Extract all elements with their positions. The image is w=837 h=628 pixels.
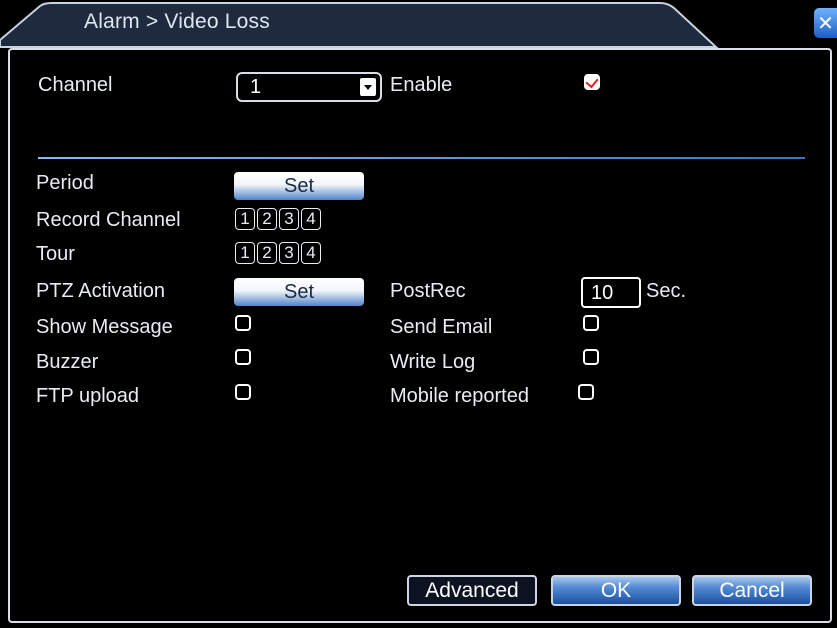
buzzer-checkbox[interactable] (235, 349, 251, 365)
record-channel-label: Record Channel (36, 209, 181, 231)
send-email-checkbox[interactable] (583, 315, 599, 331)
tour-4[interactable]: 4 (301, 242, 321, 264)
channel-select[interactable]: 1 (236, 72, 382, 102)
show-message-checkbox[interactable] (235, 315, 251, 331)
postrec-input[interactable]: 10 (581, 277, 641, 308)
mobile-reported-label: Mobile reported (390, 385, 529, 407)
write-log-checkbox[interactable] (583, 349, 599, 365)
buzzer-label: Buzzer (36, 351, 99, 373)
ftp-upload-label: FTP upload (36, 385, 140, 407)
cancel-button[interactable]: Cancel (692, 575, 812, 606)
record-channel-group: 1 2 3 4 (235, 208, 321, 230)
alarm-video-loss-dialog: Alarm > Video Loss ✕ Channel 1 Enable Pe… (0, 0, 837, 628)
tour-group: 1 2 3 4 (235, 242, 321, 264)
mobile-reported-checkbox[interactable] (578, 384, 594, 400)
channel-label: Channel (38, 74, 113, 96)
channel-value: 1 (250, 76, 262, 98)
show-message-label: Show Message (36, 316, 173, 338)
postrec-label: PostRec (390, 280, 466, 302)
enable-checkbox[interactable] (584, 74, 600, 90)
ptz-activation-label: PTZ Activation (36, 280, 165, 302)
ftp-upload-checkbox[interactable] (235, 384, 251, 400)
tour-2[interactable]: 2 (257, 242, 277, 264)
tour-3[interactable]: 3 (279, 242, 299, 264)
postrec-unit: Sec. (646, 280, 687, 302)
period-set-button[interactable]: Set (234, 172, 364, 200)
dialog-title: Alarm > Video Loss (84, 10, 270, 33)
enable-label: Enable (390, 74, 453, 96)
tour-1[interactable]: 1 (235, 242, 255, 264)
separator (38, 157, 805, 159)
close-icon: ✕ (817, 11, 834, 35)
period-label: Period (36, 172, 94, 194)
ptz-set-button[interactable]: Set (234, 278, 364, 306)
record-channel-1[interactable]: 1 (235, 208, 255, 230)
send-email-label: Send Email (390, 316, 493, 338)
tour-label: Tour (36, 243, 75, 265)
write-log-label: Write Log (390, 351, 476, 373)
record-channel-4[interactable]: 4 (301, 208, 321, 230)
record-channel-2[interactable]: 2 (257, 208, 277, 230)
chevron-down-icon (360, 78, 376, 96)
postrec-value: 10 (591, 282, 614, 304)
close-button[interactable]: ✕ (814, 8, 837, 38)
record-channel-3[interactable]: 3 (279, 208, 299, 230)
ok-button[interactable]: OK (551, 575, 681, 606)
advanced-button[interactable]: Advanced (407, 575, 537, 606)
